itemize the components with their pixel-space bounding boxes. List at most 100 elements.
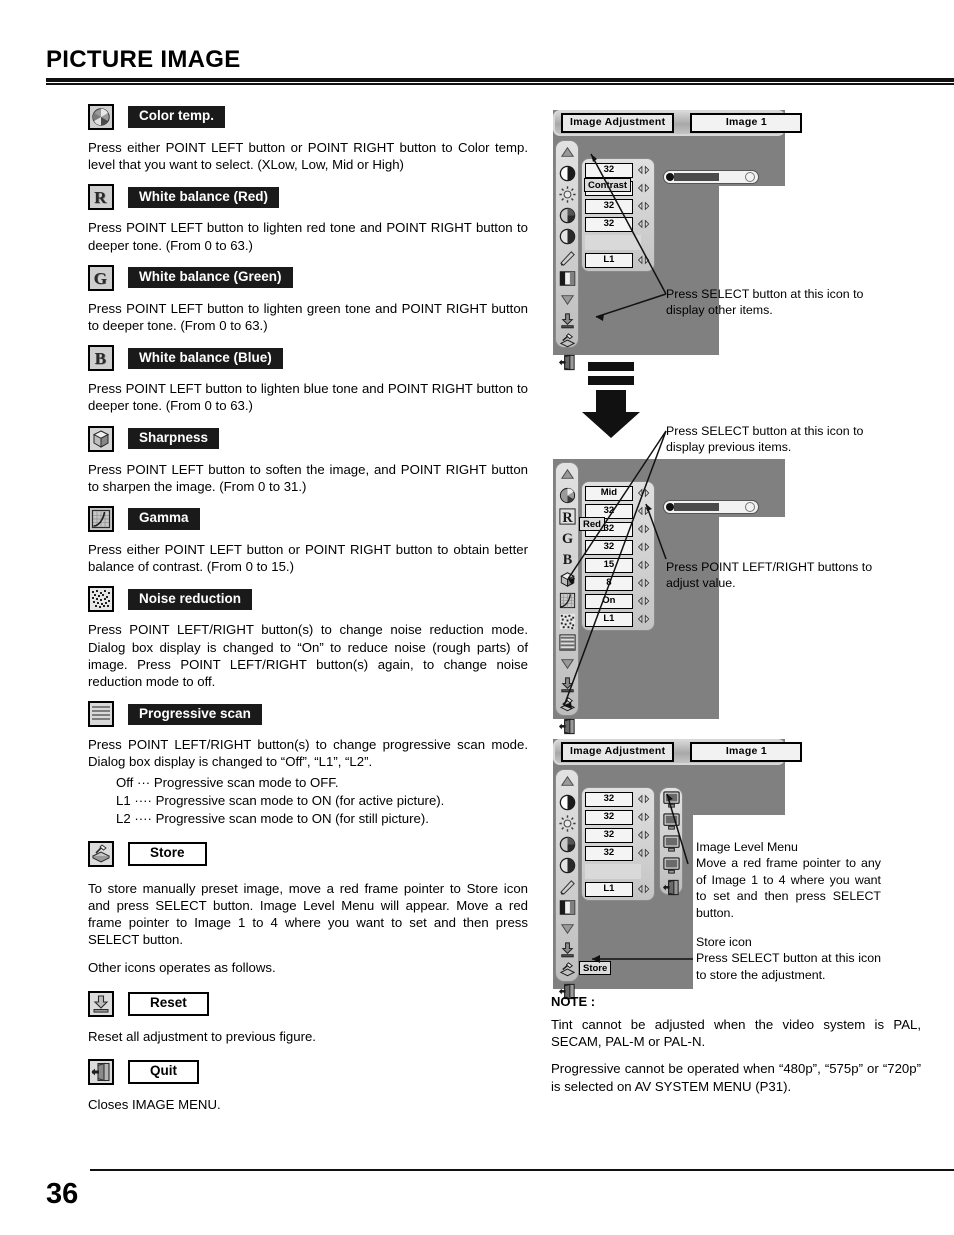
osd-slider[interactable]: [663, 170, 759, 184]
adjust-arrows-icon[interactable]: [636, 612, 651, 626]
adjust-arrows-icon[interactable]: [636, 792, 651, 806]
scroll-up-icon[interactable]: [558, 772, 577, 791]
adjust-arrows-icon[interactable]: [636, 181, 651, 195]
image-level-button[interactable]: Image 1: [690, 742, 803, 762]
quit-icon[interactable]: [558, 717, 577, 736]
white-balance-icon[interactable]: [558, 269, 577, 288]
scroll-down-icon[interactable]: [558, 919, 577, 938]
sharpness-icon[interactable]: [558, 570, 577, 589]
osd-value-row: [585, 863, 651, 879]
brightness-icon[interactable]: [558, 185, 577, 204]
osd-value-row: 15: [585, 557, 651, 573]
contrast-icon[interactable]: [558, 793, 577, 812]
image-3-icon[interactable]: [662, 834, 681, 853]
adjust-arrows-icon[interactable]: [636, 810, 651, 824]
gamma-icon[interactable]: [558, 591, 577, 610]
store-icon[interactable]: [558, 961, 577, 980]
osd-value[interactable]: 8: [585, 575, 633, 591]
scroll-down-icon[interactable]: [558, 654, 577, 673]
osd-value-row: L1: [585, 252, 651, 268]
adjust-arrows-icon[interactable]: [636, 576, 651, 590]
callout-mid-top: Press SELECT button at this icon to disp…: [666, 423, 876, 456]
osd-value[interactable]: 32: [585, 216, 633, 232]
osd-value[interactable]: 32: [585, 198, 633, 214]
osd-value-empty: [585, 234, 641, 250]
progressive-scan-icon[interactable]: [558, 633, 577, 652]
scroll-down-icon[interactable]: [558, 290, 577, 309]
osd-value-row: [585, 234, 651, 250]
osd-value[interactable]: L1: [585, 881, 633, 897]
brightness-icon[interactable]: [558, 814, 577, 833]
image-adjustment-button[interactable]: Image Adjustment: [561, 113, 675, 133]
osd-value[interactable]: L1: [585, 611, 633, 627]
adjust-arrows-icon[interactable]: [636, 558, 651, 572]
adjust-arrows-icon[interactable]: [636, 504, 651, 518]
image-4-icon[interactable]: [662, 856, 681, 875]
osd-value[interactable]: 15: [585, 557, 633, 573]
color-temp-icon[interactable]: [558, 486, 577, 505]
section-label: Quit: [128, 1059, 199, 1084]
osd-tooltip: Store: [579, 961, 612, 975]
adjust-arrows-icon[interactable]: [636, 846, 651, 860]
red-icon[interactable]: R: [558, 507, 577, 526]
pencil-icon[interactable]: [558, 877, 577, 896]
section-reset: Reset Reset all adjustment to previous f…: [88, 990, 528, 1045]
adjust-arrows-icon[interactable]: [636, 882, 651, 896]
quit-icon[interactable]: [558, 353, 577, 372]
store-icon[interactable]: [558, 332, 577, 351]
section-label: White balance (Green): [128, 267, 293, 289]
scroll-up-icon[interactable]: [558, 465, 577, 484]
pencil-icon[interactable]: [558, 248, 577, 267]
osd-value[interactable]: 32: [585, 845, 633, 861]
osd-value[interactable]: 32: [585, 791, 633, 807]
adjust-arrows-icon[interactable]: [636, 540, 651, 554]
osd-value[interactable]: L1: [585, 252, 633, 268]
osd-value[interactable]: 32: [585, 809, 633, 825]
section-body: Press either POINT LEFT button or POINT …: [88, 140, 528, 173]
osd-value[interactable]: 32: [585, 827, 633, 843]
white-balance-icon[interactable]: [558, 898, 577, 917]
section-header: R R White balance (Red): [88, 184, 528, 211]
blue-icon[interactable]: B: [558, 549, 577, 568]
adjust-arrows-icon[interactable]: [636, 199, 651, 213]
adjust-arrows-icon[interactable]: [636, 253, 651, 267]
contrast-icon[interactable]: [558, 164, 577, 183]
section-quit: Quit Closes IMAGE MENU.: [88, 1058, 528, 1113]
svg-text:G: G: [561, 531, 572, 547]
color-icon[interactable]: [558, 206, 577, 225]
note-paragraph: Progressive cannot be operated when “480…: [551, 1061, 921, 1094]
image-adjustment-button[interactable]: Image Adjustment: [561, 742, 675, 762]
adjust-arrows-icon[interactable]: [636, 594, 651, 608]
note-block: NOTE : Tint cannot be adjusted when the …: [551, 994, 921, 1106]
store-icon[interactable]: [558, 696, 577, 715]
tint-icon[interactable]: [558, 856, 577, 875]
quit-icon[interactable]: [662, 878, 681, 897]
scroll-up-icon[interactable]: [558, 143, 577, 162]
osd-value[interactable]: 32: [585, 162, 633, 178]
osd-value[interactable]: On: [585, 593, 633, 609]
section-header: Noise reduction: [88, 586, 528, 613]
adjust-arrows-icon[interactable]: [636, 828, 651, 842]
image-level-button[interactable]: Image 1: [690, 113, 803, 133]
reset-icon[interactable]: [558, 675, 577, 694]
osd-value[interactable]: Mid: [585, 485, 633, 501]
osd-slider[interactable]: [663, 500, 759, 514]
reset-icon[interactable]: [558, 311, 577, 330]
section-body: Closes IMAGE MENU.: [88, 1096, 221, 1112]
osd-value[interactable]: 32: [585, 539, 633, 555]
noise-reduction-icon[interactable]: [558, 612, 577, 631]
green-icon[interactable]: G: [558, 528, 577, 547]
section-header: Store: [88, 840, 528, 867]
image-level-menu: [659, 787, 683, 897]
adjust-arrows-icon[interactable]: [636, 163, 651, 177]
adjust-arrows-icon[interactable]: [636, 217, 651, 231]
reset-icon[interactable]: [558, 940, 577, 959]
adjust-arrows-icon[interactable]: [636, 522, 651, 536]
tint-icon[interactable]: [558, 227, 577, 246]
image-2-icon[interactable]: [662, 812, 681, 831]
adjust-arrows-icon[interactable]: [636, 486, 651, 500]
color-icon[interactable]: [558, 835, 577, 854]
image-1-icon[interactable]: [662, 790, 681, 809]
osd-value-row: On: [585, 593, 651, 609]
section-body: Press POINT LEFT button to soften the im…: [88, 461, 528, 494]
